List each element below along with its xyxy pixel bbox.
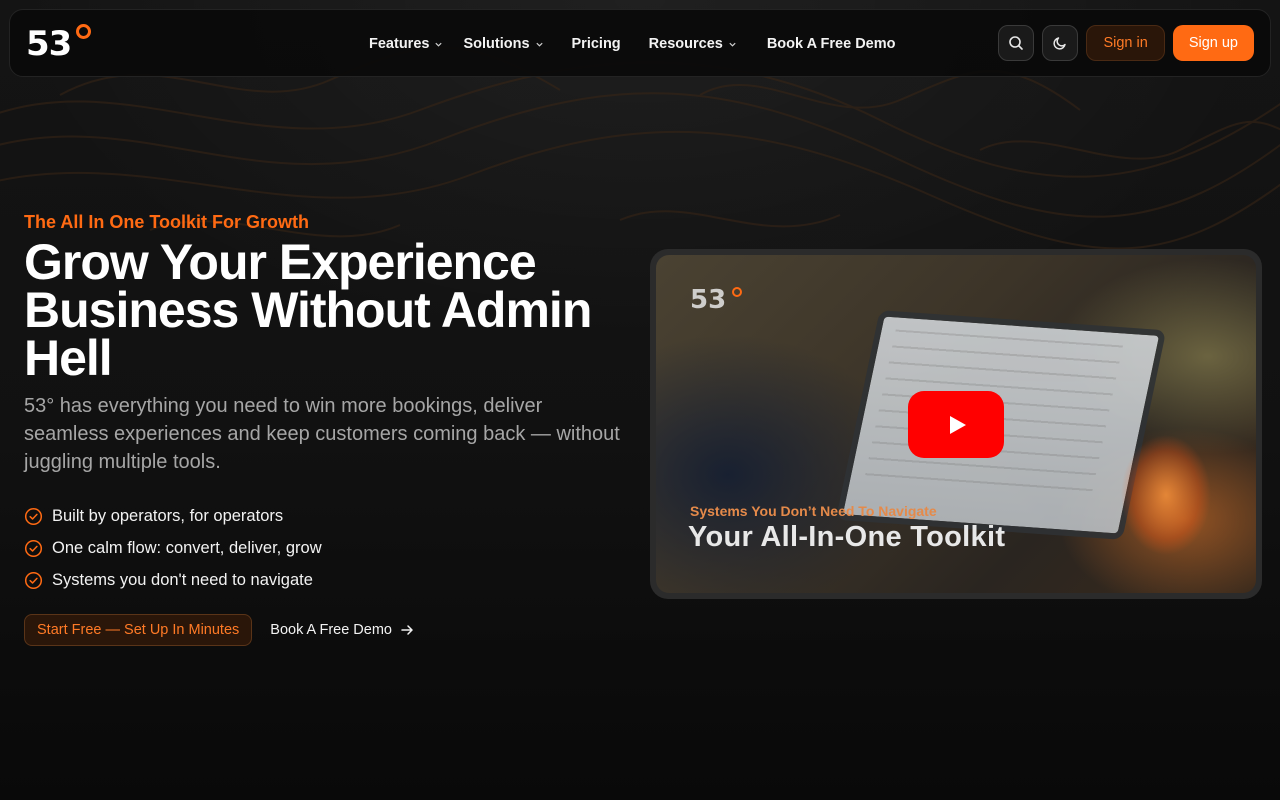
search-button[interactable]	[998, 25, 1035, 61]
theme-toggle-button[interactable]	[1042, 25, 1079, 61]
moon-icon	[1053, 37, 1067, 50]
nav-item-book-demo[interactable]: Book A Free Demo	[767, 36, 896, 52]
nav-label: Pricing	[571, 36, 621, 52]
hero-eyebrow: The All In One Toolkit For Growth	[24, 212, 309, 232]
video-logo: 53	[690, 285, 742, 315]
video-frame: 53 Systems You Don’t Need To Navigate Yo…	[650, 249, 1262, 599]
sign-up-button[interactable]: Sign up	[1172, 25, 1254, 61]
play-icon	[950, 415, 966, 434]
main-nav: Features Solutions Pricing Resources Boo…	[369, 10, 923, 78]
nav-label: Book A Free Demo	[766, 36, 896, 52]
brand-logo[interactable]: 53	[26, 24, 91, 62]
feature-item: Built by operators, for operators	[24, 500, 634, 532]
video-subtitle: Systems You Don’t Need To Navigate	[690, 503, 937, 519]
nav-item-features[interactable]: Features	[369, 36, 443, 52]
nav-label: Solutions	[463, 36, 530, 52]
hero-headline: Grow Your Experience Business Without Ad…	[24, 234, 592, 386]
nav-label: Features	[369, 36, 430, 52]
feature-text: Built by operators, for operators	[52, 506, 284, 525]
hero-section: The All In One Toolkit For Growth Grow Y…	[24, 210, 634, 646]
play-button[interactable]	[908, 391, 1004, 458]
book-demo-link[interactable]: Book A Free Demo	[270, 622, 414, 638]
book-demo-label: Book A Free Demo	[270, 622, 392, 638]
campfire-image	[1106, 405, 1226, 555]
video-player[interactable]: 53 Systems You Don’t Need To Navigate Yo…	[656, 255, 1256, 593]
chevron-down-icon	[729, 42, 736, 47]
degree-mark	[76, 24, 91, 39]
top-navbar: 53 Features Solutions Pricing Resources …	[9, 9, 1271, 77]
hero-cta-row: Start Free — Set Up In Minutes Book A Fr…	[24, 614, 634, 646]
start-free-button[interactable]: Start Free — Set Up In Minutes	[24, 614, 253, 646]
nav-label: Resources	[648, 36, 723, 52]
check-circle-icon	[24, 507, 43, 525]
feature-item: Systems you don't need to navigate	[24, 564, 634, 596]
hero-subtext: 53° has everything you need to win more …	[24, 395, 620, 473]
nav-actions: Sign in Sign up	[998, 25, 1254, 61]
feature-text: One calm flow: convert, deliver, grow	[52, 538, 322, 557]
search-icon	[1009, 36, 1024, 50]
video-title: Your All-In-One Toolkit	[688, 521, 1006, 553]
nav-item-pricing[interactable]: Pricing	[572, 36, 621, 52]
feature-list: Built by operators, for operators One ca…	[24, 500, 634, 596]
arrow-right-icon	[401, 625, 413, 635]
degree-mark	[732, 287, 742, 297]
feature-item: One calm flow: convert, deliver, grow	[24, 532, 634, 564]
nav-item-solutions[interactable]: Solutions	[463, 36, 543, 52]
sign-in-button[interactable]: Sign in	[1086, 25, 1165, 61]
nav-item-resources[interactable]: Resources	[649, 36, 737, 52]
chevron-down-icon	[535, 42, 543, 47]
chevron-down-icon	[435, 42, 443, 47]
check-circle-icon	[24, 539, 43, 557]
check-circle-icon	[24, 571, 43, 589]
feature-text: Systems you don't need to navigate	[52, 570, 313, 589]
